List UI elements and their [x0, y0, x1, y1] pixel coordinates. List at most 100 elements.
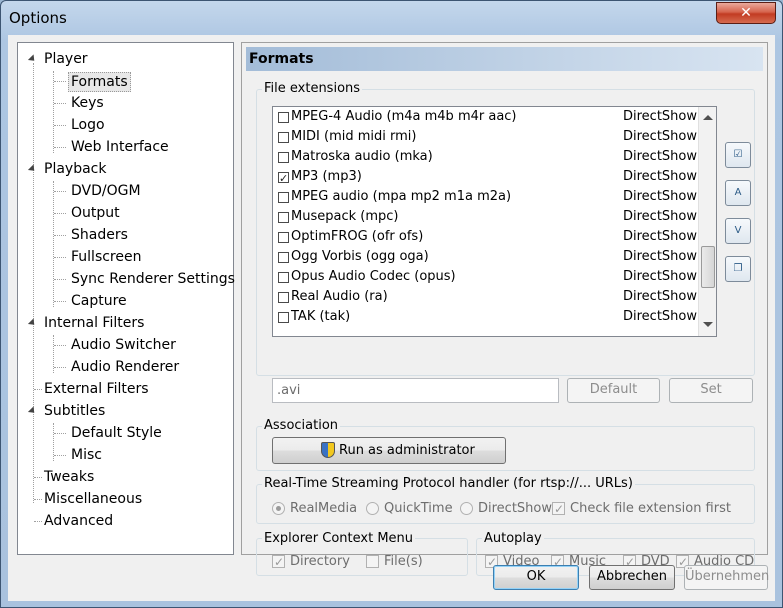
extension-handler: DirectShow	[623, 149, 698, 164]
list-item[interactable]: MP3 (mp3) DirectShow	[273, 167, 698, 189]
radio-button[interactable]	[272, 502, 285, 515]
tree-item-logo[interactable]: Logo	[69, 115, 107, 135]
extension-handler: DirectShow	[623, 129, 698, 144]
tree-item-keys[interactable]: Keys	[69, 93, 106, 113]
dialog-client: Player Formats Keys Logo Web Interface P…	[8, 35, 775, 601]
default-button[interactable]: Default	[567, 378, 660, 403]
radio-button[interactable]	[460, 502, 473, 515]
tree-connector	[54, 191, 66, 192]
extension-checkbox[interactable]	[278, 312, 289, 323]
list-item[interactable]: MPEG-4 Audio (m4a m4b m4r aac) DirectSho…	[273, 107, 697, 127]
list-scrollbar[interactable]	[698, 107, 716, 336]
tree-connector	[54, 345, 66, 346]
radio-label: RealMedia	[290, 501, 358, 516]
ok-button[interactable]: OK	[493, 565, 579, 590]
video-formats-icon[interactable]: V	[725, 218, 751, 244]
tree-item-audio-renderer[interactable]: Audio Renderer	[69, 357, 181, 377]
extension-checkbox[interactable]	[278, 232, 289, 243]
tree-item-fullscreen[interactable]: Fullscreen	[69, 247, 143, 267]
extension-checkbox[interactable]	[278, 272, 289, 283]
tree-connector	[54, 367, 66, 368]
extension-checkbox[interactable]	[278, 192, 289, 203]
scroll-up-icon[interactable]	[703, 115, 713, 120]
extension-checkbox[interactable]	[278, 212, 289, 223]
tree-item-playback[interactable]: Playback	[42, 159, 108, 179]
checkbox[interactable]	[272, 553, 285, 571]
tree-item-external-filters[interactable]: External Filters	[42, 379, 151, 399]
tree-connector	[54, 455, 66, 456]
tree-connector	[34, 477, 42, 478]
tree-item-sync-renderer[interactable]: Sync Renderer Settings	[69, 269, 237, 289]
tree-connector	[34, 389, 42, 390]
list-item[interactable]: Real Audio (ra) DirectShow	[273, 287, 697, 307]
extension-checkbox[interactable]	[278, 169, 289, 189]
tree-item-capture[interactable]: Capture	[69, 291, 129, 311]
tree-connector	[33, 63, 34, 503]
list-item[interactable]: Ogg Vorbis (ogg oga) DirectShow	[273, 247, 697, 267]
explorer-context-label: Explorer Context Menu	[262, 531, 416, 546]
apply-button[interactable]: Übernehmen	[684, 565, 769, 590]
check-all-icon[interactable]: ☑	[725, 142, 751, 168]
tree-item-tweaks[interactable]: Tweaks	[42, 467, 96, 487]
tree-connector	[53, 181, 54, 307]
run-as-admin-button[interactable]: Run as administrator	[272, 437, 506, 464]
tree-item-dvd-ogm[interactable]: DVD/OGM	[69, 181, 143, 201]
extension-checkbox[interactable]	[278, 132, 289, 143]
expand-arrow-icon[interactable]	[27, 318, 38, 328]
list-item[interactable]: OptimFROG (ofr ofs) DirectShow	[273, 227, 697, 247]
tree-item-miscellaneous[interactable]: Miscellaneous	[42, 489, 144, 509]
tree-item-subtitles[interactable]: Subtitles	[42, 401, 107, 421]
tree-item-formats[interactable]: Formats	[68, 72, 131, 92]
extension-name: Real Audio (ra)	[291, 289, 388, 304]
tree-item-player[interactable]: Player	[42, 49, 90, 69]
list-item[interactable]: Matroska audio (mka) DirectShow	[273, 147, 697, 167]
association-label: Association	[262, 418, 341, 433]
extension-input[interactable]: .avi	[272, 378, 559, 403]
tree-item-advanced[interactable]: Advanced	[42, 511, 115, 531]
extension-handler: DirectShow	[623, 169, 698, 184]
scroll-down-icon[interactable]	[703, 322, 713, 327]
scroll-thumb[interactable]	[701, 246, 715, 288]
tree-connector	[54, 279, 66, 280]
uncheck-all-icon[interactable]: ❐	[725, 256, 751, 282]
extension-checkbox[interactable]	[278, 292, 289, 303]
tree-item-internal-filters[interactable]: Internal Filters	[42, 313, 146, 333]
list-item[interactable]: MIDI (mid midi rmi) DirectShow	[273, 127, 697, 147]
extension-handler: DirectShow	[623, 289, 698, 304]
tree-item-misc[interactable]: Misc	[69, 445, 104, 465]
extension-handler: DirectShow	[623, 269, 698, 284]
checkbox[interactable]	[366, 555, 379, 568]
page-title: Formats	[246, 47, 763, 71]
list-item[interactable]: MPEG audio (mpa mp2 m1a m2a) DirectShow	[273, 187, 697, 207]
tree-item-audio-switcher[interactable]: Audio Switcher	[69, 335, 178, 355]
extension-name: MP3 (mp3)	[291, 169, 362, 184]
file-extensions-list[interactable]: MPEG-4 Audio (m4a m4b m4r aac) DirectSho…	[272, 106, 717, 337]
extension-checkbox[interactable]	[278, 152, 289, 163]
options-window: Options ✕ Player Formats Keys Logo Web I…	[0, 0, 783, 608]
set-button[interactable]: Set	[669, 378, 753, 403]
extension-name: TAK (tak)	[291, 309, 351, 324]
expand-arrow-icon[interactable]	[27, 164, 38, 174]
close-button[interactable]: ✕	[716, 2, 776, 24]
expand-arrow-icon[interactable]	[27, 406, 38, 416]
list-item[interactable]: TAK (tak) DirectShow	[273, 307, 697, 327]
tree-item-web-interface[interactable]: Web Interface	[69, 137, 171, 157]
extension-checkbox[interactable]	[278, 252, 289, 263]
checkbox[interactable]	[552, 500, 565, 518]
tree-connector	[34, 521, 42, 522]
tree-connector	[54, 147, 66, 148]
list-item[interactable]: Musepack (mpc) DirectShow	[273, 207, 697, 227]
expand-arrow-icon[interactable]	[27, 54, 38, 64]
tree-item-output[interactable]: Output	[69, 203, 122, 223]
tree-connector	[53, 71, 54, 153]
cancel-button[interactable]: Abbrechen	[589, 565, 675, 590]
list-item[interactable]: Opus Audio Codec (opus) DirectShow	[273, 267, 697, 287]
title-bar[interactable]: Options ✕	[1, 1, 782, 35]
tree-connector	[34, 499, 42, 500]
audio-formats-icon[interactable]: A	[725, 180, 751, 206]
radio-button[interactable]	[366, 502, 379, 515]
options-tree: Player Formats Keys Logo Web Interface P…	[17, 42, 237, 555]
tree-item-shaders[interactable]: Shaders	[69, 225, 130, 245]
extension-checkbox[interactable]	[278, 112, 289, 123]
tree-item-default-style[interactable]: Default Style	[69, 423, 164, 443]
